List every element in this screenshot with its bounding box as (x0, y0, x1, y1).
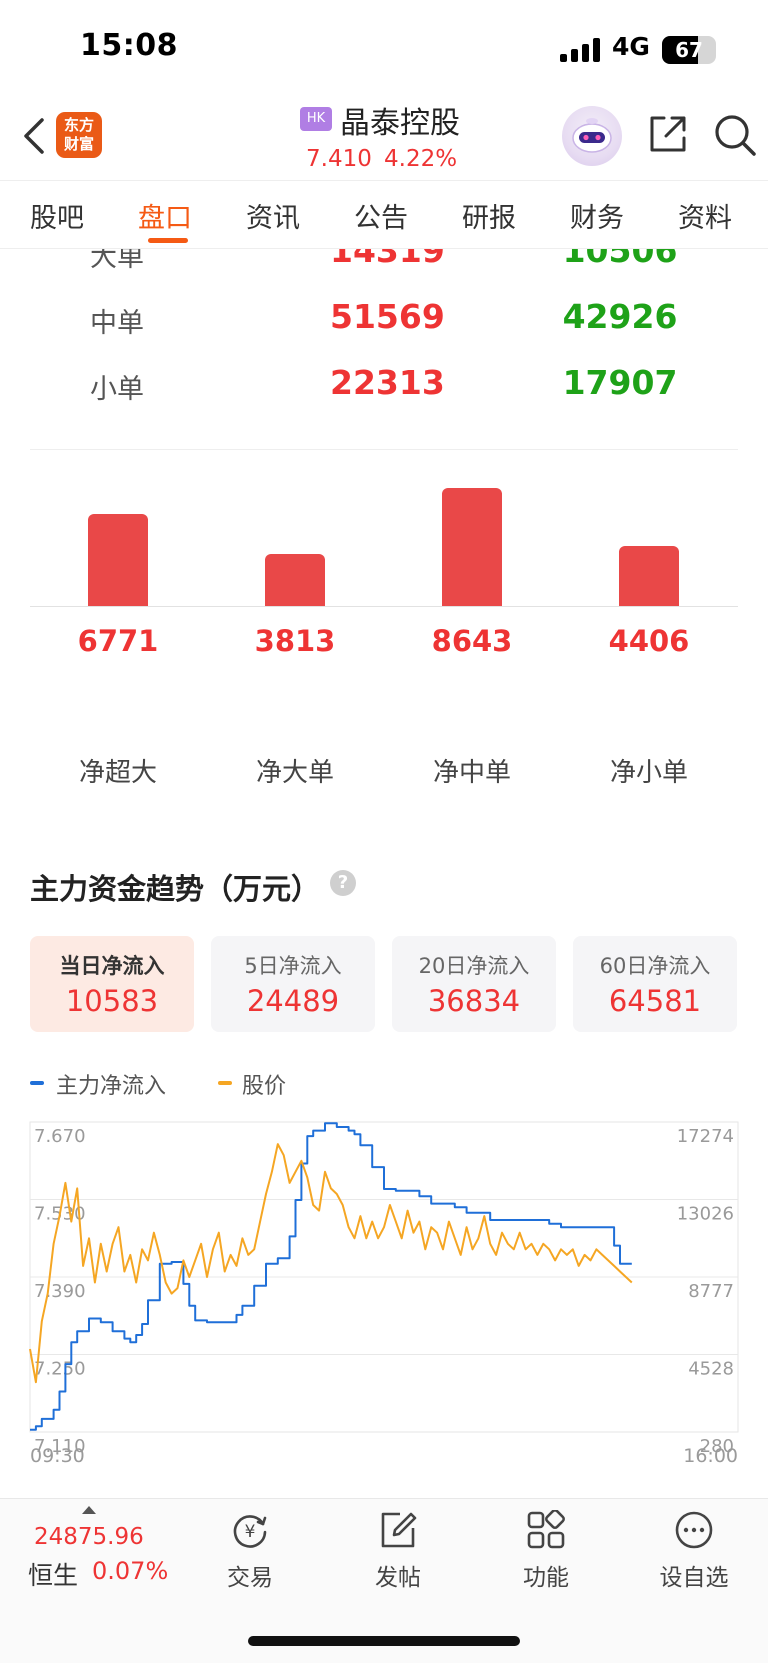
legend-price: 股价 (242, 1074, 287, 1099)
yen-exchange-icon: ¥ (233, 1515, 267, 1548)
svg-text:¥: ¥ (245, 1522, 256, 1542)
net-value-super-large: 6771 (77, 624, 159, 658)
trend-chart: 7.670 172747.530 130267.390 87777.250 45287.… (29, 1121, 739, 1467)
y-right-tick: 13026 (677, 1204, 734, 1225)
card-label: 20日净流入 (418, 954, 530, 978)
grid-icon (527, 1510, 565, 1549)
x-tick-end: 16:00 (683, 1445, 738, 1467)
net-value-small: 4406 (608, 624, 690, 658)
card-value: 24489 (246, 984, 340, 1018)
net-label-small: 净小单 (609, 758, 688, 788)
tab-research[interactable]: 研报 (462, 196, 516, 235)
active-tab-indicator (148, 238, 188, 243)
tab-announcements[interactable]: 公告 (354, 196, 408, 235)
logo-line2: 财富 (63, 135, 94, 153)
back-icon[interactable] (16, 114, 56, 158)
tab-finance[interactable]: 财务 (570, 196, 624, 235)
order-row-label: 中单 (90, 308, 144, 339)
card-20day-net-inflow[interactable]: 20日净流入 36834 (392, 936, 556, 1032)
edit-icon (381, 1512, 417, 1548)
tab-profile[interactable]: 资料 (678, 196, 732, 235)
card-value: 36834 (427, 984, 521, 1018)
signal-icon (560, 38, 600, 62)
tab-news[interactable]: 资讯 (246, 196, 300, 235)
app-logo: 东方 财富 (56, 112, 102, 158)
card-5day-net-inflow[interactable]: 5日净流入 24489 (211, 936, 375, 1032)
y-right-tick: 8777 (688, 1281, 734, 1302)
nav-functions-label: 功能 (523, 1565, 569, 1591)
net-bar-super-large (88, 514, 148, 606)
card-today-net-inflow[interactable]: 当日净流入 10583 (30, 936, 194, 1032)
header-divider (0, 180, 768, 181)
y-right-tick: 4528 (688, 1359, 734, 1380)
card-label: 5日净流入 (244, 954, 342, 978)
section-divider (30, 449, 738, 450)
more-icon (675, 1511, 713, 1549)
legend-dash-price (218, 1081, 232, 1085)
net-label-super-large: 净超大 (78, 758, 157, 788)
stock-price: 7.410 (306, 146, 372, 172)
order-buy-value: 14319 (330, 249, 445, 270)
robot-avatar-icon[interactable] (562, 106, 622, 166)
network-type: 4G (612, 32, 650, 61)
order-sell-value: 10506 (562, 249, 678, 270)
net-bar-small (619, 546, 679, 606)
order-buy-value: 51569 (330, 297, 445, 336)
tab-pankou[interactable]: 盘口 (138, 196, 192, 235)
status-time: 15:08 (80, 28, 178, 63)
order-buy-value: 22313 (330, 363, 445, 402)
home-indicator (248, 1636, 520, 1646)
index-name[interactable]: 恒生 (28, 1556, 78, 1592)
nav-functions[interactable]: 功能 (491, 1510, 601, 1600)
net-label-large: 净大单 (255, 758, 334, 788)
y-left-tick: 7.390 (34, 1281, 86, 1302)
share-icon[interactable] (646, 112, 690, 156)
card-label: 当日净流入 (59, 954, 165, 978)
nav-trade-label: 交易 (227, 1565, 273, 1591)
expand-arrow-icon[interactable] (82, 1506, 96, 1514)
nav-trade[interactable]: ¥ 交易 (195, 1510, 305, 1600)
order-flow-table: 大单 14319 10506 中单 51569 42926 小单 22313 1… (0, 249, 768, 439)
nav-post[interactable]: 发帖 (343, 1510, 453, 1600)
stock-change-pct: 4.22% (384, 146, 458, 172)
y-right-tick: 17274 (677, 1126, 734, 1147)
tab-guba[interactable]: 股吧 (30, 196, 84, 235)
legend-dash-main-flow (30, 1081, 44, 1085)
series-line-price (29, 1143, 633, 1384)
battery-icon: 67 (662, 36, 716, 64)
net-bar-large (265, 554, 325, 606)
search-icon[interactable] (712, 112, 758, 158)
bars-baseline (30, 606, 738, 607)
question-icon[interactable]: ? (330, 870, 356, 896)
x-tick-start: 09:30 (30, 1445, 85, 1467)
card-value: 64581 (608, 984, 702, 1018)
order-sell-value: 42926 (562, 297, 678, 336)
index-change[interactable]: 0.07% (92, 1557, 168, 1585)
card-60day-net-inflow[interactable]: 60日净流入 64581 (573, 936, 737, 1032)
nav-add-watchlist[interactable]: 设自选 (639, 1510, 749, 1600)
net-value-medium: 8643 (431, 624, 513, 658)
order-sell-value: 17907 (562, 363, 678, 402)
legend-main-flow: 主力净流入 (56, 1074, 167, 1099)
y-left-tick: 7.670 (34, 1126, 86, 1147)
index-value[interactable]: 24875.96 (34, 1524, 144, 1550)
net-bar-medium (442, 488, 502, 606)
trend-title: 主力资金趋势（万元） (30, 872, 321, 906)
stock-name[interactable]: 晶泰控股 (340, 98, 460, 142)
battery-level: 67 (675, 38, 703, 62)
order-row-label: 大单 (90, 249, 144, 273)
market-badge: HK (300, 107, 332, 131)
card-label: 60日净流入 (599, 954, 711, 978)
y-left-tick: 7.250 (34, 1359, 86, 1380)
logo-line1: 东方 (63, 116, 94, 134)
net-value-large: 3813 (254, 624, 336, 658)
order-row-label: 小单 (90, 374, 144, 405)
nav-add-watchlist-label: 设自选 (659, 1565, 729, 1591)
nav-post-label: 发帖 (375, 1565, 421, 1591)
card-value: 10583 (65, 984, 159, 1018)
net-label-medium: 净中单 (432, 758, 511, 788)
